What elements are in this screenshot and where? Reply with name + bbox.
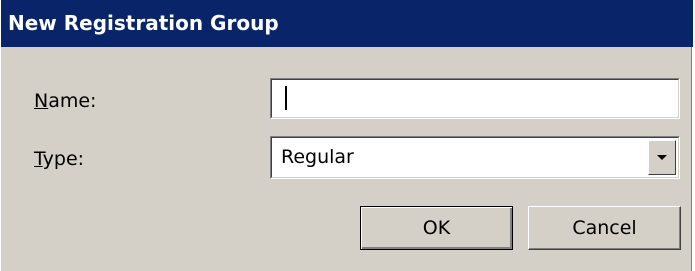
cancel-button[interactable]: Cancel	[528, 206, 681, 250]
name-input-frame	[271, 79, 679, 118]
name-label-accelerator: N	[34, 90, 49, 112]
name-label-text: ame:	[48, 90, 97, 112]
type-label: Type:	[34, 148, 84, 170]
type-label-text: ype:	[42, 148, 85, 170]
window-title: New Registration Group	[8, 11, 279, 35]
type-label-accelerator: T	[34, 148, 43, 170]
type-select[interactable]: Regular	[270, 136, 680, 179]
text-caret	[285, 86, 287, 110]
type-dropdown-button[interactable]	[648, 140, 676, 175]
new-registration-group-dialog: New Registration Group Name: Type: Regul…	[0, 0, 693, 271]
name-input[interactable]	[270, 78, 680, 119]
title-bar[interactable]: New Registration Group	[1, 0, 693, 47]
name-label: Name:	[34, 90, 96, 112]
ok-button[interactable]: OK	[360, 206, 513, 250]
type-select-value: Regular	[281, 146, 354, 168]
chevron-down-icon	[657, 155, 667, 160]
